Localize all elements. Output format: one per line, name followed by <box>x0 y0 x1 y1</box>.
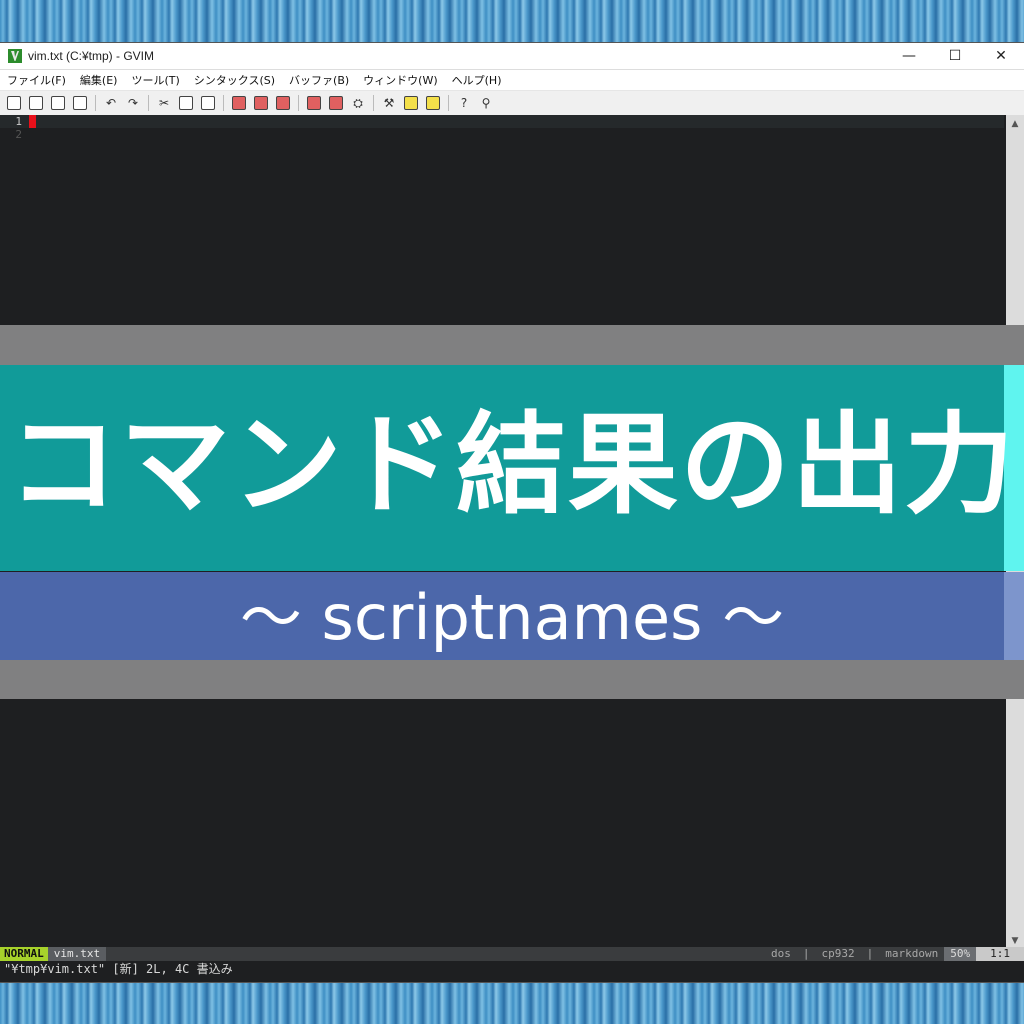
close-button[interactable]: ✕ <box>978 43 1024 69</box>
shell-icon[interactable] <box>402 94 420 112</box>
status-percent: 50% <box>944 947 977 961</box>
find-next-icon[interactable] <box>252 94 270 112</box>
status-separator: | <box>866 947 874 960</box>
status-line: NORMAL vim.txt dos | cp932 | markdown 50… <box>0 947 1024 961</box>
status-encoding: cp932 <box>821 947 855 960</box>
save-icon[interactable] <box>27 94 45 112</box>
current-line <box>0 115 1004 128</box>
print-icon[interactable] <box>71 94 89 112</box>
paste-icon[interactable] <box>199 94 217 112</box>
run-script-icon[interactable]: ⛭ <box>349 94 367 112</box>
menu-buffers[interactable]: バッファ(B) <box>282 72 356 88</box>
menu-tools[interactable]: ツール(T) <box>124 72 186 88</box>
load-session-icon[interactable] <box>305 94 323 112</box>
window-title: vim.txt (C:¥tmp) - GVIM <box>28 49 154 63</box>
undo-icon[interactable]: ↶ <box>102 94 120 112</box>
copy-icon[interactable] <box>177 94 195 112</box>
save-all-icon[interactable] <box>49 94 67 112</box>
toolbar-separator <box>95 95 96 111</box>
redo-icon[interactable]: ↷ <box>124 94 142 112</box>
gvim-app-icon <box>8 49 22 63</box>
open-file-icon[interactable] <box>5 94 23 112</box>
toolbar: ↶ ↷ ✂ ⛭ ⚒ ? ⚲ <box>0 91 1024 116</box>
status-fileformat: dos <box>771 947 791 960</box>
toolbar-separator <box>373 95 374 111</box>
tag-jump-icon[interactable] <box>424 94 442 112</box>
menu-syntax[interactable]: シンタックス(S) <box>187 72 282 88</box>
replace-icon[interactable] <box>230 94 248 112</box>
overlay-top-band <box>0 325 1024 365</box>
status-filename: vim.txt <box>47 947 107 961</box>
toolbar-separator <box>298 95 299 111</box>
toolbar-separator <box>148 95 149 111</box>
toolbar-separator <box>448 95 449 111</box>
status-position: 1:1 <box>976 947 1024 961</box>
overlay-subline: ～ scriptnames ～ <box>239 581 785 654</box>
overlay-headline: コマンド結果の出力 <box>8 401 1016 529</box>
make-icon[interactable]: ⚒ <box>380 94 398 112</box>
help-icon[interactable]: ? <box>455 94 473 112</box>
menu-bar: ファイル(F) 編集(E) ツール(T) シンタックス(S) バッファ(B) ウ… <box>0 70 1024 91</box>
text-cursor <box>29 115 36 128</box>
save-session-icon[interactable] <box>327 94 345 112</box>
scroll-up-icon[interactable]: ▲ <box>1006 115 1024 133</box>
minimize-button[interactable]: — <box>886 43 932 69</box>
menu-edit[interactable]: 編集(E) <box>73 72 125 88</box>
line-number: 1 <box>15 115 22 128</box>
cut-icon[interactable]: ✂ <box>155 94 173 112</box>
command-line[interactable]: "¥tmp¥vim.txt" [新] 2L, 4C 書込み <box>0 961 1024 982</box>
status-separator: | <box>802 947 810 960</box>
find-help-icon[interactable]: ⚲ <box>477 94 495 112</box>
mode-indicator: NORMAL <box>0 947 48 961</box>
menu-file[interactable]: ファイル(F) <box>0 72 73 88</box>
menu-window[interactable]: ウィンドウ(W) <box>356 72 444 88</box>
menu-help[interactable]: ヘルプ(H) <box>445 72 509 88</box>
status-filetype: markdown <box>885 947 939 960</box>
find-prev-icon[interactable] <box>274 94 292 112</box>
maximize-button[interactable]: ☐ <box>932 43 978 69</box>
title-bar[interactable]: vim.txt (C:¥tmp) - GVIM — ☐ ✕ <box>0 43 1024 70</box>
line-number: 2 <box>15 128 22 141</box>
toolbar-separator <box>223 95 224 111</box>
overlay-bottom-band <box>0 660 1024 699</box>
